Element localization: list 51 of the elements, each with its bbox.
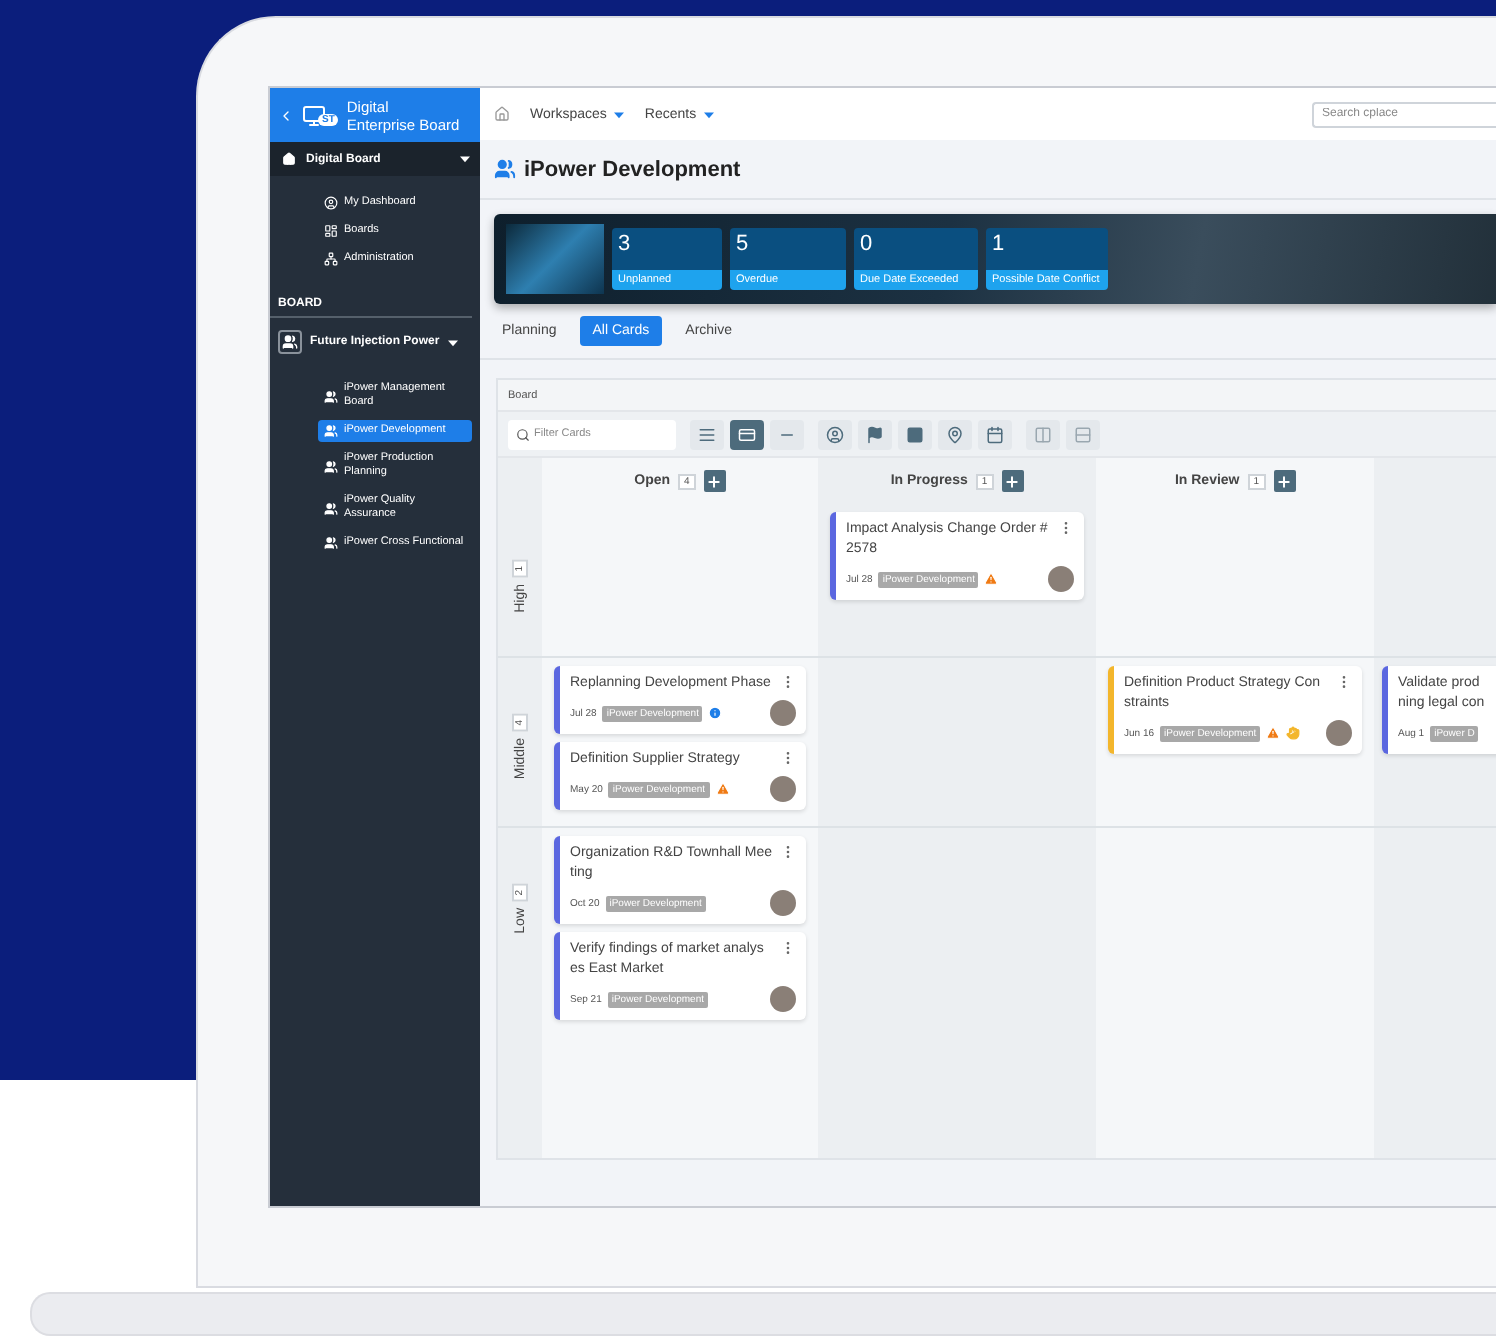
warning-icon — [984, 572, 999, 586]
add-card-button[interactable] — [1273, 470, 1296, 492]
columns-icon — [1034, 425, 1052, 443]
add-card-button[interactable] — [703, 470, 726, 492]
user-icon — [324, 196, 338, 210]
user-filter-button[interactable] — [818, 419, 852, 449]
caret-icon — [614, 109, 625, 119]
square-icon — [906, 425, 924, 443]
home-icon — [282, 152, 296, 166]
search-icon — [516, 427, 530, 441]
home-icon[interactable] — [494, 106, 510, 122]
info-icon — [708, 706, 723, 720]
list-icon — [698, 425, 716, 443]
users-icon — [324, 459, 338, 473]
caret-icon — [460, 154, 470, 164]
user-icon — [826, 425, 844, 443]
avatar — [770, 890, 796, 916]
users-icon — [324, 424, 338, 438]
users-icon — [324, 536, 338, 550]
hand-icon — [1286, 726, 1301, 740]
location-filter-button[interactable] — [938, 419, 972, 449]
avatar — [770, 776, 796, 802]
users-icon — [324, 501, 338, 515]
caret-icon — [447, 337, 458, 347]
warning-icon — [715, 782, 730, 796]
users-icon — [282, 334, 298, 350]
card-icon — [738, 425, 756, 443]
monitor-icon — [302, 103, 326, 127]
warning-icon — [1266, 726, 1281, 740]
page-title: iPower Development — [524, 157, 741, 181]
flag-icon — [866, 425, 884, 443]
photo-placeholder — [506, 224, 604, 294]
caret-icon — [704, 109, 715, 119]
users-icon — [494, 158, 516, 180]
view-button[interactable] — [730, 419, 764, 449]
rows-icon — [1074, 425, 1092, 443]
pin-icon — [946, 425, 964, 443]
add-card-button[interactable] — [1001, 470, 1024, 492]
network-icon — [324, 252, 338, 266]
calendar-icon — [986, 425, 1004, 443]
calendar-filter-button[interactable] — [978, 419, 1012, 449]
board-icon — [324, 224, 338, 238]
users-icon — [324, 389, 338, 403]
tag-filter-button[interactable] — [898, 419, 932, 449]
avatar — [770, 700, 796, 726]
avatar — [1048, 566, 1074, 592]
avatar — [770, 986, 796, 1012]
back-icon[interactable] — [278, 107, 294, 123]
flag-filter-button[interactable] — [858, 419, 892, 449]
avatar — [1326, 720, 1352, 746]
view-button[interactable] — [690, 419, 724, 449]
